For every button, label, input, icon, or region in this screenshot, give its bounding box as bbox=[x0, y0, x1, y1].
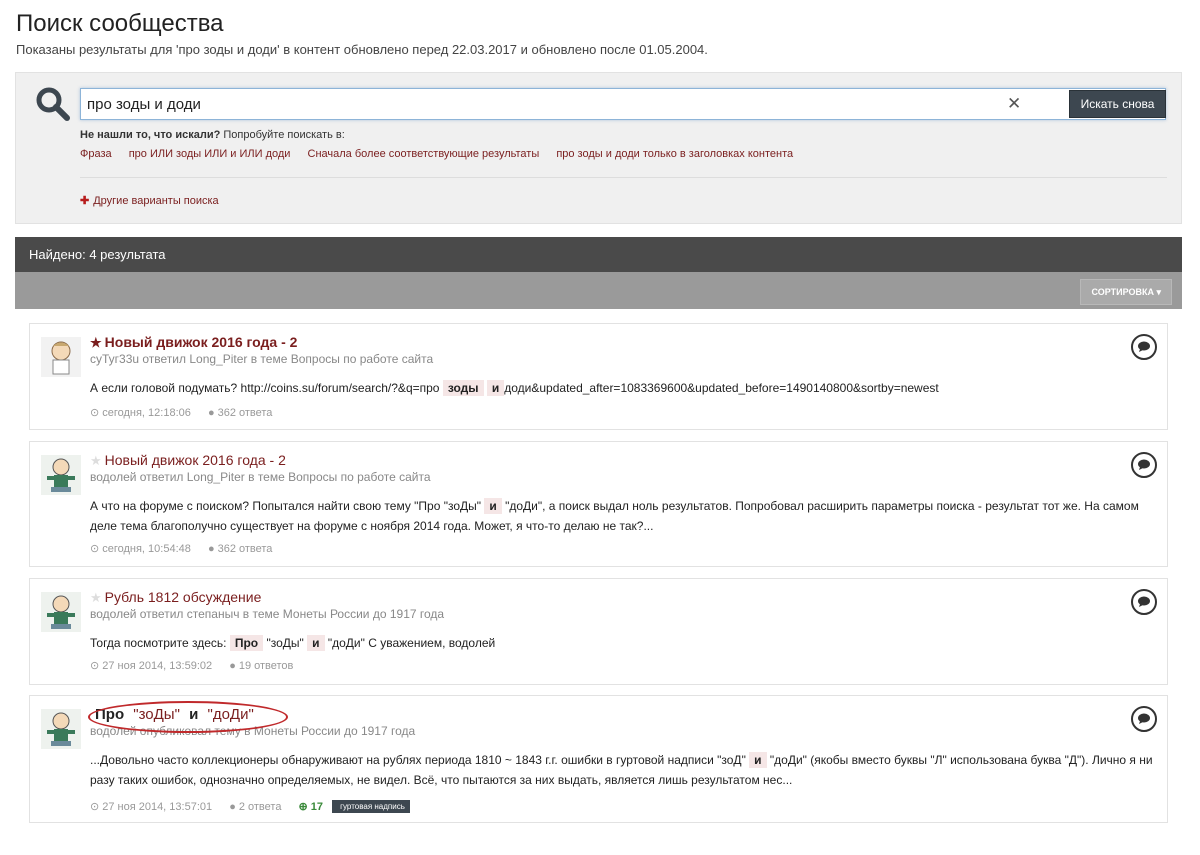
result-meta: суТуг33u ответил Long_Piter в теме Вопро… bbox=[90, 352, 434, 366]
more-options-label: Другие варианты поиска bbox=[93, 195, 219, 207]
result-title-text: "зоДы" bbox=[129, 706, 185, 723]
search-suggestions: Фраза про ИЛИ зоды ИЛИ и ИЛИ доди Сначал… bbox=[80, 148, 807, 160]
search-input[interactable] bbox=[87, 89, 987, 119]
star-icon: ★ bbox=[90, 335, 102, 350]
result-title-text: Новый движок 2016 года - 2 bbox=[104, 452, 286, 468]
avatar[interactable] bbox=[41, 337, 81, 377]
more-search-options-link[interactable]: ✚ Другие варианты поиска bbox=[80, 194, 219, 207]
avatar[interactable] bbox=[41, 455, 81, 495]
result-item: Про "зоДы" и "доДи" водолей опубликовал … bbox=[29, 695, 1168, 823]
result-time: сегодня, 12:18:06 bbox=[102, 407, 191, 419]
suggestion-titles-link[interactable]: про зоды и доди только в заголовках конт… bbox=[556, 148, 793, 160]
highlight: и bbox=[307, 635, 325, 651]
highlight: и bbox=[189, 706, 199, 723]
search-again-button[interactable]: Искать снова bbox=[1069, 90, 1166, 118]
page-subtitle: Показаны результаты для 'про зоды и доди… bbox=[16, 42, 708, 57]
highlight: зоды bbox=[442, 380, 484, 396]
result-title-text: Рубль 1812 обсуждение bbox=[104, 589, 262, 605]
highlight: и bbox=[484, 498, 502, 514]
snippet-text: ...Довольно часто коллекционеры обнаружи… bbox=[90, 753, 750, 767]
result-title-text: "доДи" bbox=[203, 706, 254, 723]
search-icon bbox=[36, 87, 70, 121]
tag-badge[interactable]: гуртовая надпись bbox=[332, 800, 410, 813]
snippet-text: Тогда посмотрите здесь: bbox=[90, 636, 230, 650]
reputation-count: 17 bbox=[310, 801, 324, 813]
divider bbox=[80, 177, 1167, 178]
comment-icon: ● bbox=[229, 660, 236, 672]
result-title[interactable]: ★ Рубль 1812 обсуждение bbox=[90, 589, 261, 606]
result-stats: ⊙ сегодня, 10:54:48 ● 362 ответа bbox=[90, 542, 272, 555]
result-snippet: ...Довольно часто коллекционеры обнаружи… bbox=[90, 750, 1160, 790]
not-found-bold: Не нашли то, что искали? bbox=[80, 129, 221, 141]
highlight: Про bbox=[229, 635, 264, 651]
result-replies: 362 ответа bbox=[217, 407, 273, 419]
clock-icon: ⊙ bbox=[90, 801, 100, 813]
result-meta: водолей опубликовал тему в Монеты России… bbox=[90, 724, 416, 738]
comment-icon: ● bbox=[207, 407, 215, 419]
avatar[interactable] bbox=[41, 592, 81, 632]
result-title[interactable]: ★ Новый движок 2016 года - 2 bbox=[90, 452, 286, 469]
result-time: сегодня, 10:54:48 bbox=[102, 543, 191, 555]
suggestion-or-link[interactable]: про ИЛИ зоды ИЛИ и ИЛИ доди bbox=[129, 148, 291, 160]
clock-icon: ⊙ bbox=[90, 407, 100, 419]
suggestion-relevance-link[interactable]: Сначала более соответствующие результаты bbox=[308, 148, 540, 160]
chat-bubble-icon bbox=[1131, 706, 1157, 732]
avatar[interactable] bbox=[41, 709, 81, 749]
sort-bar: СОРТИРОВКА ▾ bbox=[15, 272, 1182, 309]
snippet-text: А если головой подумать? http://coins.su… bbox=[90, 381, 443, 395]
result-snippet: Тогда посмотрите здесь: Про "зоДы" и "до… bbox=[90, 633, 1160, 653]
result-replies: 19 ответов bbox=[238, 660, 294, 672]
results-count: Найдено: 4 результата bbox=[29, 247, 166, 262]
clock-icon: ⊙ bbox=[90, 660, 100, 672]
page-title: Поиск сообщества bbox=[16, 10, 224, 37]
not-found-hint: Не нашли то, что искали? Попробуйте поис… bbox=[80, 129, 345, 141]
result-meta: водолей ответил Long_Piter в теме Вопрос… bbox=[90, 470, 431, 484]
result-replies: 362 ответа bbox=[217, 543, 273, 555]
plus-icon: ✚ bbox=[80, 195, 90, 207]
result-stats: ⊙ сегодня, 12:18:06 ● 362 ответа bbox=[90, 406, 272, 419]
search-box: ✕ Искать снова bbox=[80, 88, 1166, 120]
snippet-text: А что на форуме с поиском? Попытался най… bbox=[90, 499, 485, 513]
result-stats: ⊙ 27 ноя 2014, 13:57:01 ● 2 ответа ⊕ 17 гу… bbox=[90, 800, 410, 814]
snippet-text: доди&updated_after=1083369600&updated_be… bbox=[504, 381, 939, 395]
suggestion-phrase-link[interactable]: Фраза bbox=[80, 148, 112, 160]
result-item: ★ Новый движок 2016 года - 2 водолей отве… bbox=[29, 441, 1168, 567]
star-icon: ★ bbox=[90, 453, 102, 468]
chat-bubble-icon bbox=[1131, 452, 1157, 478]
snippet-text: "доДи" С уважением, водолей bbox=[327, 636, 496, 650]
chat-bubble-icon bbox=[1131, 334, 1157, 360]
result-item: ★ Рубль 1812 обсуждение водолей ответил с… bbox=[29, 578, 1168, 685]
not-found-rest: Попробуйте поискать в: bbox=[220, 129, 345, 141]
result-title[interactable]: Про "зоДы" и "доДи" bbox=[90, 706, 254, 723]
close-icon[interactable]: ✕ bbox=[1007, 94, 1021, 114]
result-title-text: Новый движок 2016 года - 2 bbox=[104, 334, 298, 350]
result-item: ★ Новый движок 2016 года - 2 суТуг33u отв… bbox=[29, 323, 1168, 430]
result-time: 27 ноя 2014, 13:57:01 bbox=[102, 801, 213, 813]
highlight: и bbox=[486, 380, 505, 396]
result-title[interactable]: ★ Новый движок 2016 года - 2 bbox=[90, 334, 297, 351]
snippet-text: "зоДы" bbox=[266, 636, 308, 650]
highlight: и bbox=[749, 752, 767, 768]
result-stats: ⊙ 27 ноя 2014, 13:59:02 ● 19 ответов bbox=[90, 659, 293, 672]
highlight: Про bbox=[95, 706, 125, 723]
search-panel: ✕ Искать снова Не нашли то, что искали? … bbox=[15, 72, 1182, 224]
result-replies: 2 ответа bbox=[238, 801, 282, 813]
sort-button[interactable]: СОРТИРОВКА ▾ bbox=[1080, 279, 1172, 305]
reputation-icon: ⊕ bbox=[298, 801, 308, 813]
chat-bubble-icon bbox=[1131, 589, 1157, 615]
result-snippet: А если головой подумать? http://coins.su… bbox=[90, 378, 1160, 398]
result-meta: водолей ответил степаныч в теме Монеты Р… bbox=[90, 607, 445, 621]
clock-icon: ⊙ bbox=[90, 543, 100, 555]
result-snippet: А что на форуме с поиском? Попытался най… bbox=[90, 496, 1160, 536]
star-icon: ★ bbox=[90, 590, 102, 605]
results-header: Найдено: 4 результата bbox=[15, 237, 1182, 272]
comment-icon: ● bbox=[207, 543, 215, 555]
comment-icon: ● bbox=[229, 801, 236, 813]
result-time: 27 ноя 2014, 13:59:02 bbox=[102, 660, 213, 672]
